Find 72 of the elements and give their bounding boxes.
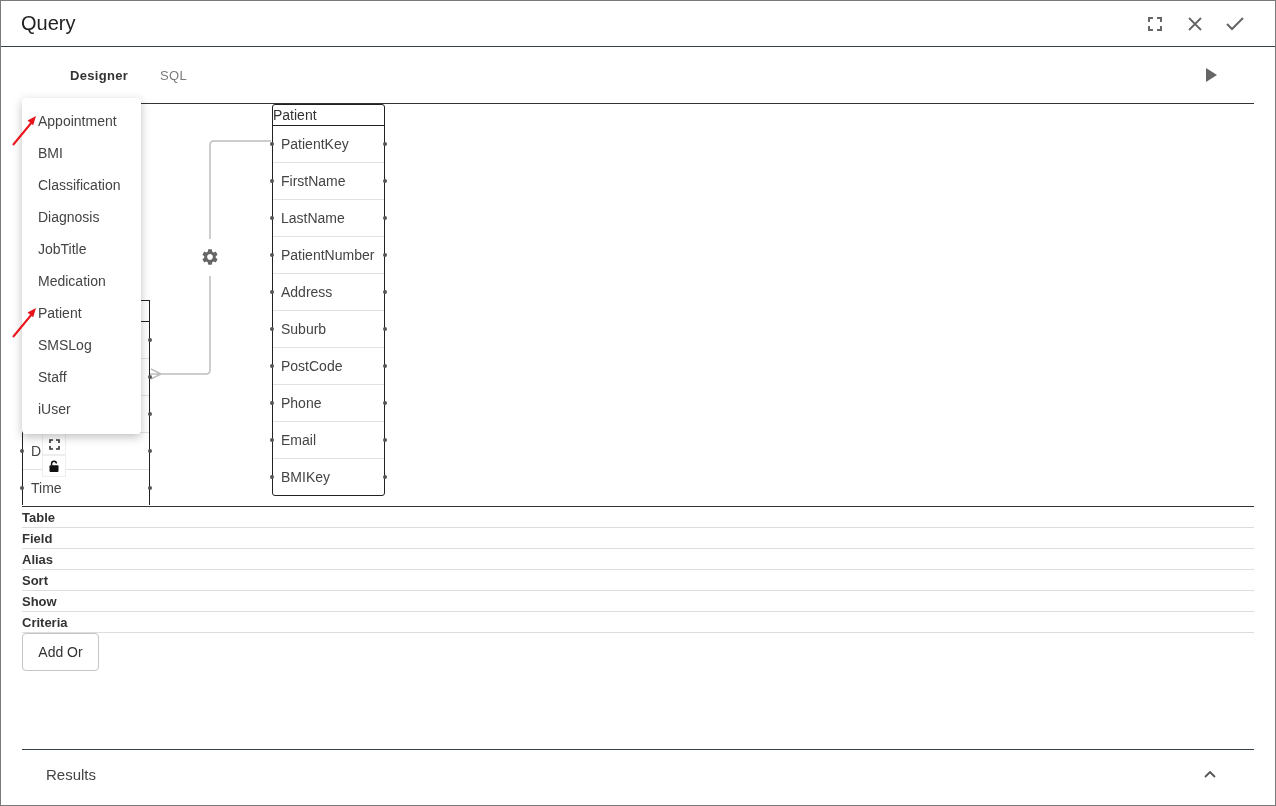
port-dot-icon[interactable] xyxy=(270,290,274,294)
lock-button[interactable] xyxy=(42,455,66,477)
port-dot-icon[interactable] xyxy=(148,375,152,379)
port-dot-icon[interactable] xyxy=(20,485,24,490)
gear-icon[interactable] xyxy=(202,249,218,265)
port-dot-icon[interactable] xyxy=(383,438,387,442)
port-dot-icon[interactable] xyxy=(270,142,274,146)
row-label: Table xyxy=(22,509,55,525)
fullscreen-icon xyxy=(1148,16,1162,31)
port-dot-icon[interactable] xyxy=(270,327,274,331)
field-name: FirstName xyxy=(281,173,346,189)
port-dot-icon[interactable] xyxy=(383,142,387,146)
menu-item[interactable]: Staff xyxy=(22,361,141,393)
row-label: Alias xyxy=(22,551,54,567)
table-title: Patient xyxy=(273,105,384,126)
field-name: Phone xyxy=(281,395,322,411)
port-dot-icon[interactable] xyxy=(270,475,274,479)
port-dot-icon[interactable] xyxy=(270,438,274,442)
row-label: Show xyxy=(22,593,57,609)
port-dot-icon[interactable] xyxy=(148,338,152,342)
row-label: Field xyxy=(22,530,53,546)
add-or-button[interactable]: Add Or xyxy=(22,633,99,671)
menu-item[interactable]: Appointment xyxy=(22,105,141,137)
field-name: D xyxy=(31,443,42,459)
menu-item[interactable]: iUser xyxy=(22,393,141,425)
port-dot-icon[interactable] xyxy=(20,449,24,453)
tab[interactable]: Designer xyxy=(54,57,145,93)
row-label: Sort xyxy=(22,572,48,588)
close-icon xyxy=(1188,16,1202,31)
field-name: LastName xyxy=(281,210,345,226)
lock-icon xyxy=(49,460,59,472)
row-label: Criteria xyxy=(22,614,68,630)
field-name: Address xyxy=(281,284,333,300)
port-dot-icon[interactable] xyxy=(383,179,387,183)
port-dot-icon[interactable] xyxy=(383,401,387,405)
port-dot-icon[interactable] xyxy=(148,449,152,453)
play-icon xyxy=(1205,68,1217,82)
menu-item[interactable]: BMI xyxy=(22,137,141,169)
port-dot-icon[interactable] xyxy=(270,216,274,220)
menu-item[interactable]: Medication xyxy=(22,265,141,297)
menu-item[interactable]: Diagnosis xyxy=(22,201,141,233)
port-dot-icon[interactable] xyxy=(148,412,152,416)
dialog-title: Query xyxy=(21,12,76,35)
menu-item[interactable]: Patient xyxy=(22,297,141,329)
fullscreen-icon xyxy=(48,438,60,450)
field-name: BMIKey xyxy=(281,469,330,485)
menu-item[interactable]: SMSLog xyxy=(22,329,141,361)
port-dot-icon[interactable] xyxy=(383,290,387,294)
port-dot-icon[interactable] xyxy=(270,401,274,405)
field-name: PostCode xyxy=(281,358,343,374)
field-name: PatientKey xyxy=(281,136,349,152)
field-name: Time xyxy=(31,479,62,496)
menu-item[interactable]: Classification xyxy=(22,169,141,201)
chevron-up-icon xyxy=(1204,770,1216,778)
fit-view-button[interactable] xyxy=(42,433,66,455)
field-name: Suburb xyxy=(281,321,327,337)
menu-item[interactable]: JobTitle xyxy=(22,233,141,265)
port-dot-icon[interactable] xyxy=(383,253,387,257)
port-dot-icon[interactable] xyxy=(270,364,274,368)
port-dot-icon[interactable] xyxy=(148,485,152,490)
port-dot-icon[interactable] xyxy=(383,475,387,479)
port-dot-icon[interactable] xyxy=(270,179,274,183)
tab[interactable]: SQL xyxy=(144,57,203,93)
table-node[interactable]: Patient PatientKey FirstName LastName PatientNumber Address Suburb PostCode Phone Email BMIKey xyxy=(272,104,385,496)
field-name: PatientNumber xyxy=(281,247,375,263)
check-icon xyxy=(1226,16,1244,31)
port-dot-icon[interactable] xyxy=(383,216,387,220)
port-dot-icon[interactable] xyxy=(270,253,274,257)
port-dot-icon[interactable] xyxy=(383,364,387,368)
results-title: Results xyxy=(46,765,97,783)
field-name: Email xyxy=(281,432,316,448)
port-dot-icon[interactable] xyxy=(383,327,387,331)
